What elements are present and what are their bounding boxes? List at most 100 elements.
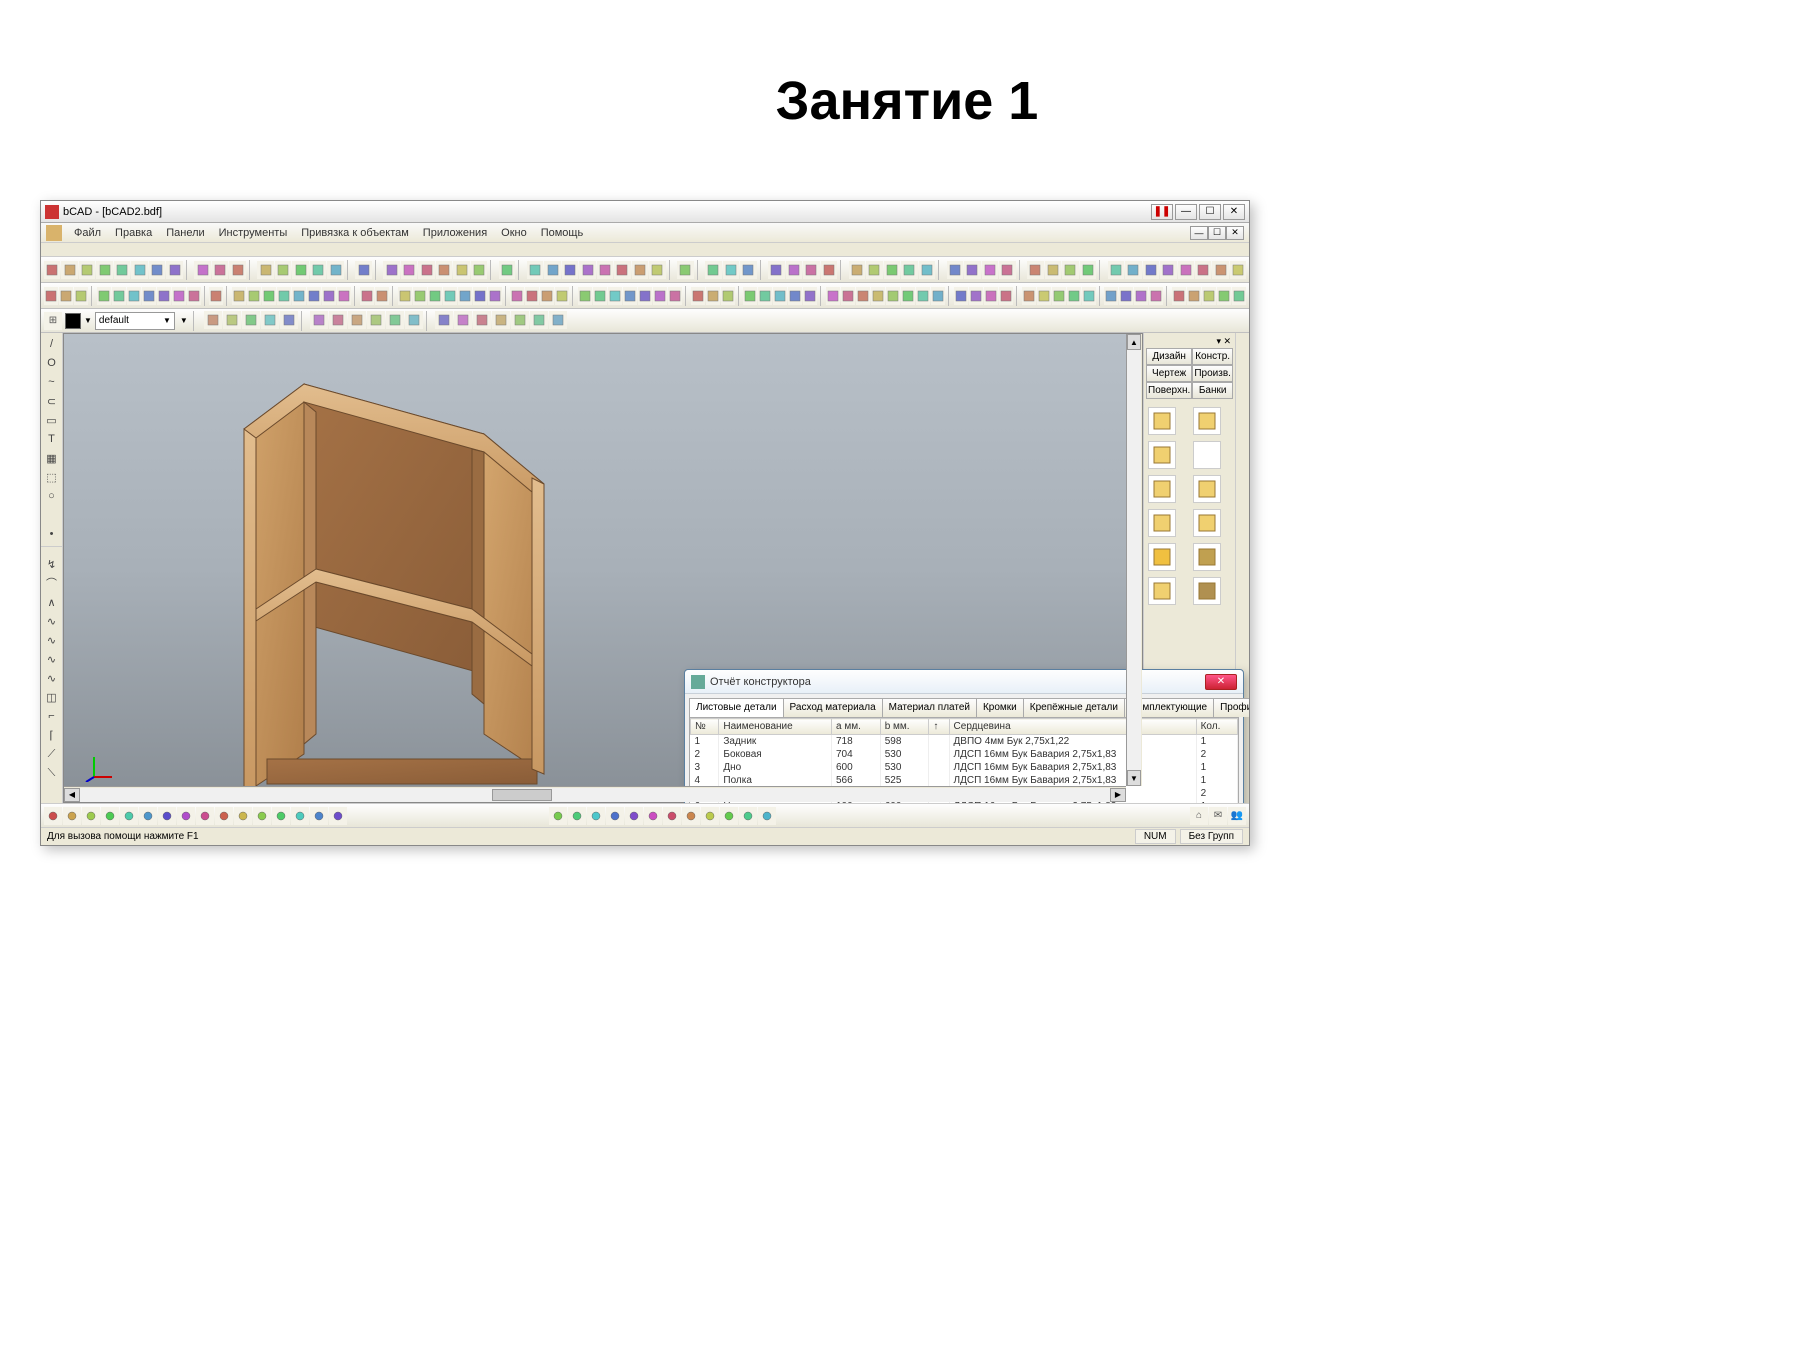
left-tool[interactable]: T	[43, 430, 61, 448]
left-tool[interactable]: ⟍	[43, 764, 61, 782]
pause-button[interactable]: ❚❚	[1151, 204, 1173, 220]
panel-icon[interactable]	[1193, 577, 1221, 605]
bottom-tool[interactable]	[663, 807, 681, 825]
bottom-tool[interactable]	[644, 807, 662, 825]
tab-sheet-parts[interactable]: Листовые детали	[689, 698, 784, 717]
layer-tool-button[interactable]	[204, 311, 222, 329]
toolbar-button[interactable]	[1232, 287, 1246, 305]
toolbar-button[interactable]	[527, 261, 543, 279]
people-icon[interactable]: 👥	[1228, 807, 1246, 825]
toolbar-button[interactable]	[579, 261, 595, 279]
toolbar-button[interactable]	[1187, 287, 1201, 305]
color-dropdown-icon[interactable]: ▼	[84, 316, 92, 325]
toolbar-button[interactable]	[638, 287, 652, 305]
toolbar-button[interactable]	[1149, 287, 1163, 305]
toolbar-button[interactable]	[691, 287, 705, 305]
toolbar-button[interactable]	[562, 261, 578, 279]
toolbar-button[interactable]	[166, 261, 182, 279]
left-tool[interactable]: ↯	[43, 555, 61, 573]
toolbar-button[interactable]	[821, 261, 837, 279]
toolbar-button[interactable]	[788, 287, 802, 305]
scroll-up-icon[interactable]: ▲	[1127, 334, 1141, 350]
panel-icon[interactable]	[1193, 543, 1221, 571]
table-row[interactable]: 2Боковая704530ЛДСП 16мм Бук Бавария 2,75…	[691, 748, 1238, 761]
toolbar-button[interactable]	[1045, 261, 1061, 279]
left-tool[interactable]: ⌒	[43, 574, 61, 592]
toolbar-button[interactable]	[436, 261, 452, 279]
toolbar-button[interactable]	[743, 287, 757, 305]
left-tool[interactable]: ⌈	[43, 726, 61, 744]
toolbar-button[interactable]	[544, 261, 560, 279]
toolbar-button[interactable]	[74, 287, 88, 305]
left-tool[interactable]: ⬚	[43, 468, 61, 486]
toolbar-button[interactable]	[322, 287, 336, 305]
toolbar-button[interactable]	[443, 287, 457, 305]
toolbar-button[interactable]	[355, 261, 371, 279]
layer-tool-button[interactable]	[261, 311, 279, 329]
toolbar-button[interactable]	[866, 261, 882, 279]
toolbar-button[interactable]	[758, 287, 772, 305]
toolbar-button[interactable]	[157, 287, 171, 305]
layer-tool-button[interactable]	[530, 311, 548, 329]
left-tool[interactable]: ○	[43, 487, 61, 505]
toolbar-button[interactable]	[114, 261, 130, 279]
scroll-down-icon[interactable]: ▼	[1127, 770, 1141, 786]
left-tool[interactable]: O	[43, 354, 61, 372]
toolbar-button[interactable]	[668, 287, 682, 305]
left-tool[interactable]: /	[43, 335, 61, 353]
toolbar-button[interactable]	[886, 287, 900, 305]
tab-edges[interactable]: Кромки	[976, 698, 1024, 717]
layer-tool-button[interactable]	[329, 311, 347, 329]
toolbar-button[interactable]	[884, 261, 900, 279]
toolbar-button[interactable]	[901, 287, 915, 305]
bottom-tool[interactable]	[177, 807, 195, 825]
tab-production[interactable]: Произв.	[1192, 365, 1233, 382]
toolbar-button[interactable]	[653, 287, 667, 305]
layer-tool-button[interactable]	[242, 311, 260, 329]
bottom-tool[interactable]	[587, 807, 605, 825]
toolbar-button[interactable]	[540, 287, 554, 305]
panel-icon[interactable]	[1148, 509, 1176, 537]
toolbar-button[interactable]	[360, 287, 374, 305]
viewport-3d[interactable]: Отчёт конструктора ✕ Листовые детали Рас…	[63, 333, 1143, 803]
bottom-tool[interactable]	[606, 807, 624, 825]
layer-tool-button[interactable]	[435, 311, 453, 329]
toolbar-button[interactable]	[499, 261, 515, 279]
mdi-min[interactable]: —	[1190, 226, 1208, 240]
layer-tool-button[interactable]	[310, 311, 328, 329]
toolbar-button[interactable]	[112, 287, 126, 305]
toolbar-button[interactable]	[1202, 287, 1216, 305]
toolbar-button[interactable]	[61, 261, 77, 279]
layer-tool-button[interactable]	[454, 311, 472, 329]
panel-icon[interactable]	[1193, 475, 1221, 503]
toolbar-button[interactable]	[984, 287, 998, 305]
toolbar-button[interactable]	[841, 287, 855, 305]
toolbar-button[interactable]	[525, 287, 539, 305]
tab-material-usage[interactable]: Расход материала	[783, 698, 883, 717]
menu-apps[interactable]: Приложения	[417, 225, 493, 241]
left-tool[interactable]: ▦	[43, 449, 61, 467]
toolbar-button[interactable]	[428, 287, 442, 305]
toolbar-button[interactable]	[1080, 261, 1096, 279]
bottom-tool[interactable]	[739, 807, 757, 825]
col-header[interactable]: Сердцевина	[949, 719, 1196, 735]
toolbar-button[interactable]	[79, 261, 95, 279]
layer-tool-button[interactable]	[386, 311, 404, 329]
toolbar-button[interactable]	[555, 287, 569, 305]
toolbar-button[interactable]	[1027, 261, 1043, 279]
toolbar-button[interactable]	[418, 261, 434, 279]
tab-panel-material[interactable]: Материал платей	[882, 698, 977, 717]
toolbar-button[interactable]	[310, 261, 326, 279]
left-tool[interactable]: ⊂	[43, 392, 61, 410]
bottom-tool[interactable]	[310, 807, 328, 825]
toolbar-button[interactable]	[275, 261, 291, 279]
toolbar-button[interactable]	[471, 261, 487, 279]
toolbar-button[interactable]	[632, 261, 648, 279]
toolbar-button[interactable]	[1108, 261, 1124, 279]
toolbar-button[interactable]	[172, 287, 186, 305]
col-header[interactable]: Кол.	[1196, 719, 1237, 735]
toolbar-button[interactable]	[142, 287, 156, 305]
bottom-tool[interactable]	[549, 807, 567, 825]
toolbar-button[interactable]	[327, 261, 343, 279]
toolbar-button[interactable]	[59, 287, 73, 305]
